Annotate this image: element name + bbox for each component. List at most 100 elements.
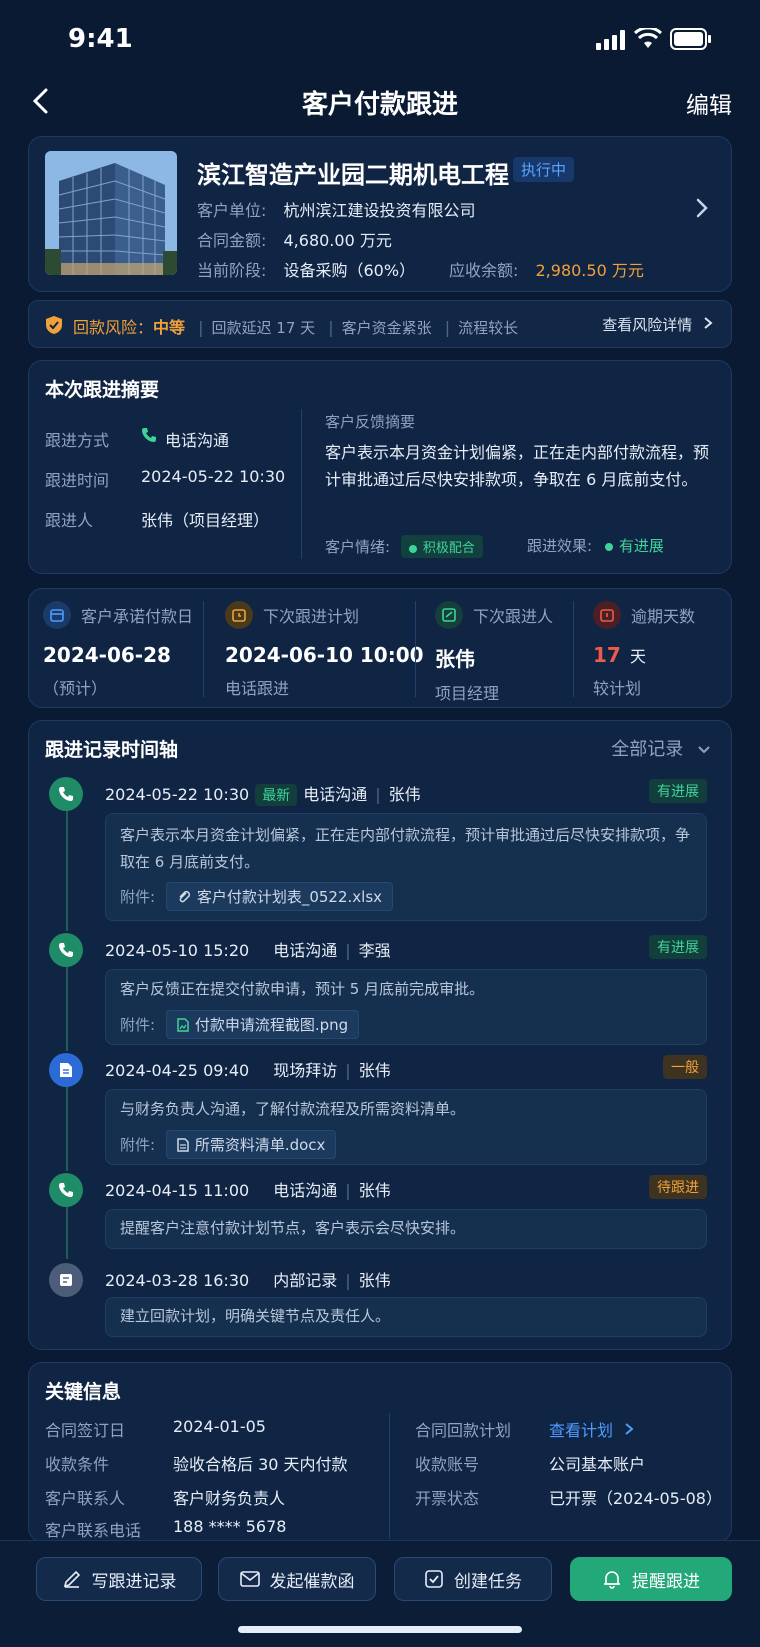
attachment-file[interactable]: 客户付款计划表_0522.xlsx [165,882,394,911]
timeline-connector [66,1205,68,1259]
status-dot [408,544,417,553]
battery-icon [670,28,712,54]
divider [203,601,204,697]
effect-value: 有进展 [618,537,664,555]
signal-icon [596,30,626,54]
divider [573,601,574,697]
chevron-right-icon [625,1423,634,1435]
person-icon [435,601,463,629]
method-value: 电话沟通 [165,431,230,450]
divider [415,601,416,697]
risk-bar[interactable]: 回款风险：中等 | 回款延迟 17 天 | 客户资金紧张 | 流程较长 查看风险详情 [28,300,732,348]
timeline-card: 跟进记录时间轴 全部记录 2024-05-22 10:30 最新 电话沟通 | 张伟 有… [28,720,732,1350]
record-datetime: 2024-03-28 16:30 [105,1271,250,1290]
info-label: 开票状态 [415,1489,480,1508]
record-header: 2024-04-15 11:00 电话沟通 | 张伟 [105,1181,391,1200]
info-value: 客户财务负责人 [173,1489,286,1508]
attachment-label: 附件: [120,1136,156,1154]
risk-item: 客户资金紧张 [341,319,432,337]
mood-value: 积极配合 [422,541,475,556]
write-record-button[interactable]: 写跟进记录 [36,1557,202,1601]
attachment-file[interactable]: 付款申请流程截图.png [165,1010,360,1039]
client-value: 杭州滨江建设投资有限公司 [283,201,476,220]
record-datetime: 2024-05-22 10:30 [105,785,250,804]
record-status-badge: 待跟进 [649,1175,707,1199]
stats-card: 客户承诺付款日 2024-06-28 （预计） 下次跟进计划 2024-06-1… [28,588,732,708]
key-info-card: 关键信息 合同签订日 2024-01-05 收款条件 验收合格后 30 天内付款… [28,1362,732,1542]
time-value: 2024-05-22 10:30 [141,467,286,486]
person-value: 张伟（项目经理） [141,511,270,530]
timeline-connector [66,1085,68,1171]
home-indicator [238,1626,522,1633]
record-datetime: 2024-04-15 11:00 [105,1181,250,1200]
pen-icon [63,1570,80,1588]
record-type: 电话沟通 [273,941,338,960]
receivable-value: 2,980.50 万元 [535,261,644,280]
risk-level: 中等 [153,318,186,337]
checkbox-icon [425,1570,443,1588]
timeline-filter[interactable]: 全部记录 [611,735,711,761]
attachment-file[interactable]: 所需资料清单.docx [165,1130,337,1159]
record-person: 李强 [358,941,391,960]
project-card[interactable]: 滨江智造产业园二期机电工程 执行中 客户单位: 杭州滨江建设投资有限公司 合同金… [28,136,732,292]
calendar-icon [43,601,71,629]
status-dot [604,542,613,551]
record-text: 提醒客户注意付款计划节点，客户表示会尽快安排。 [120,1219,466,1237]
chevron-right-icon [704,317,713,329]
stat-value: 2024-06-10 10:00 [225,643,424,667]
risk-item: 回款延迟 17 天 [211,319,316,337]
info-value: 2024-01-05 [173,1417,266,1436]
risk-detail-label: 查看风险详情 [602,316,693,334]
record-body: 与财务负责人沟通，了解付款流程及所需资料清单。 附件: 所需资料清单.docx [105,1089,707,1165]
bell-icon [604,1571,620,1589]
attachment-name: 客户付款计划表_0522.xlsx [196,888,383,906]
risk-detail-link[interactable]: 查看风险详情 [602,314,713,335]
attachment-row: 附件: 客户付款计划表_0522.xlsx [120,882,394,911]
phone-icon [49,1173,83,1207]
info-value: 已开票（2024-05-08） [549,1489,722,1508]
key-info-title: 关键信息 [45,1381,122,1403]
record-type: 内部记录 [273,1271,338,1290]
amount-row: 合同金额: 4,680.00 万元 [197,227,392,251]
client-label: 客户单位: [197,201,267,220]
create-task-button[interactable]: 创建任务 [394,1557,552,1601]
stat-label: 下次跟进计划 [263,607,360,626]
create-task-label: 创建任务 [454,1571,522,1592]
project-thumbnail [45,151,177,275]
record-header: 2024-04-25 09:40 现场拜访 | 张伟 [105,1061,391,1080]
record-body: 提醒客户注意付款计划节点，客户表示会尽快安排。 [105,1209,707,1249]
filter-label: 全部记录 [611,739,684,760]
record-datetime: 2024-04-25 09:40 [105,1061,250,1080]
view-plan-link[interactable]: 查看计划 [549,1417,634,1441]
remind-followup-button[interactable]: 提醒跟进 [570,1557,732,1601]
edit-button[interactable]: 编辑 [686,86,732,120]
mail-icon [239,1571,260,1587]
write-record-label: 写跟进记录 [91,1571,177,1592]
attachment-label: 附件: [120,888,156,906]
send-dunning-button[interactable]: 发起催款函 [218,1557,376,1601]
image-file-icon [177,1018,189,1032]
stat-value: 2024-06-28 [43,643,171,667]
view-plan-label: 查看计划 [549,1421,614,1440]
record-type: 电话沟通 [273,1181,338,1200]
record-type: 电话沟通 [303,785,368,804]
stat-sub: 电话跟进 [225,679,290,698]
page-title: 客户付款跟进 [301,90,458,120]
divider [301,409,302,559]
effect-badge: 有进展 [604,537,664,555]
chevron-right-icon [695,197,709,223]
attachment-label: 附件: [120,1016,156,1034]
divider [389,1413,390,1539]
status-time: 9:41 [68,24,133,54]
amount-value: 4,680.00 万元 [283,231,392,250]
document-icon [49,1053,83,1087]
clock-icon [225,601,253,629]
stat-value: 张伟 [435,647,475,671]
mood-row: 客户情绪: 积极配合 [325,535,483,558]
record-text: 客户反馈正在提交付款申请，预计 5 月底前完成审批。 [120,980,485,998]
effect-row: 跟进效果: 有进展 [527,535,664,556]
remind-followup-label: 提醒跟进 [632,1571,700,1592]
timeline-connector [66,965,68,1051]
record-person: 张伟 [388,785,421,804]
record-text: 建立回款计划，明确关键节点及责任人。 [120,1307,391,1325]
